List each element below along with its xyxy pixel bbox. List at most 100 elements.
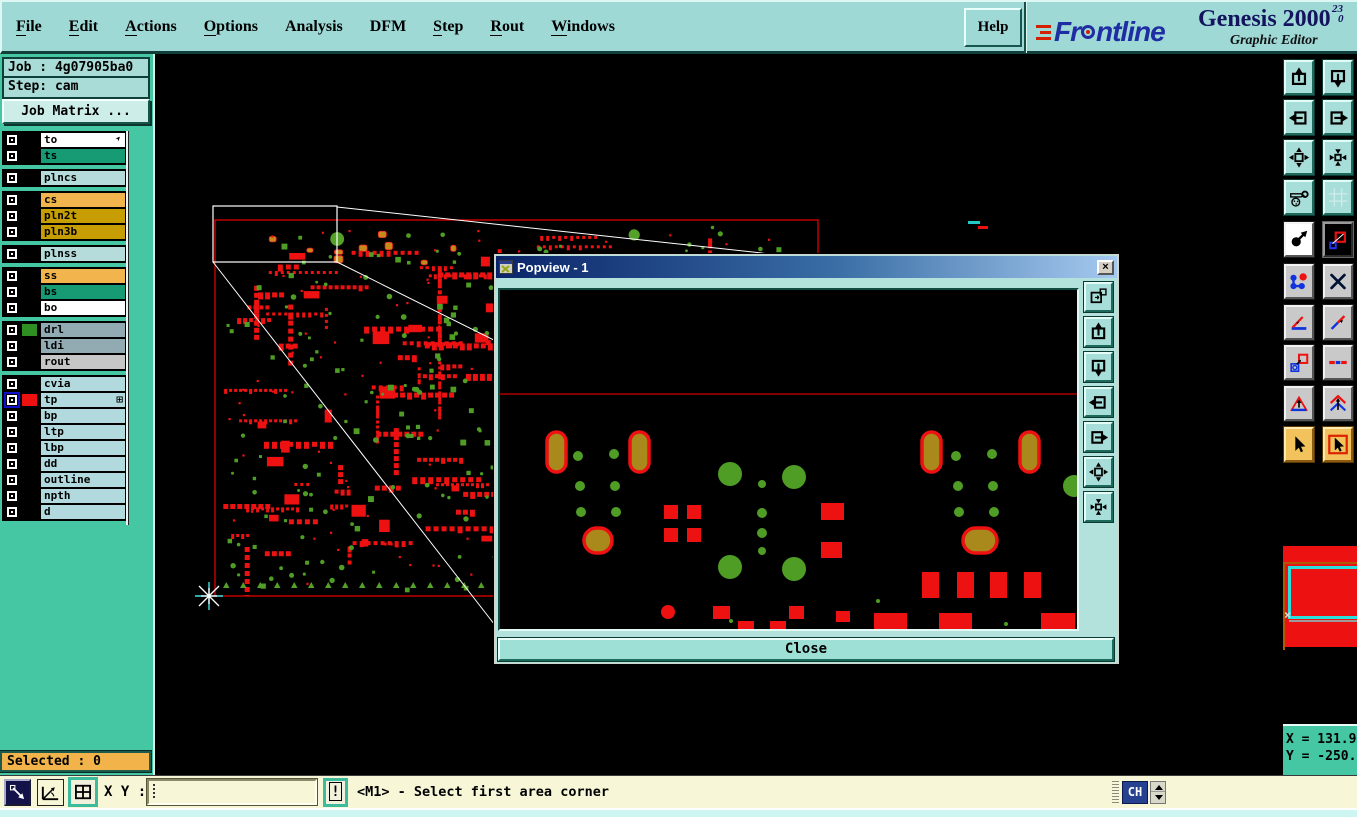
layer-row-bs[interactable]: bs bbox=[3, 284, 125, 300]
measure-distance-button[interactable] bbox=[1322, 304, 1354, 341]
layer-visibility-checkbox[interactable] bbox=[6, 339, 18, 352]
layer-visibility-checkbox[interactable] bbox=[6, 226, 18, 238]
layer-visibility-checkbox[interactable] bbox=[6, 489, 18, 502]
window-select-button[interactable] bbox=[68, 777, 98, 807]
layer-name-label[interactable]: ldi bbox=[41, 338, 125, 353]
layer-row-drl[interactable]: drl bbox=[3, 322, 125, 338]
layer-color-swatch[interactable] bbox=[22, 226, 37, 238]
layer-row-outline[interactable]: outline bbox=[3, 472, 125, 488]
confirm-button[interactable]: ! bbox=[323, 778, 348, 807]
navigator-panel[interactable]: × bbox=[1283, 484, 1357, 724]
layer-color-swatch[interactable] bbox=[22, 323, 37, 336]
layer-name-label[interactable]: cvia bbox=[41, 376, 125, 391]
layer-name-label[interactable]: npth bbox=[41, 488, 125, 503]
layer-color-swatch[interactable] bbox=[22, 285, 37, 298]
layer-row-dd[interactable]: dd bbox=[3, 456, 125, 472]
net-select-button[interactable] bbox=[1283, 263, 1315, 300]
layer-color-swatch[interactable] bbox=[22, 133, 37, 146]
view-left-button[interactable] bbox=[1283, 99, 1315, 136]
navigator-viewport-rect[interactable] bbox=[1288, 566, 1357, 619]
measure-angle-button[interactable] bbox=[1283, 304, 1315, 341]
highlight-single-button[interactable] bbox=[1283, 385, 1315, 422]
layer-name-label[interactable]: ltp bbox=[41, 424, 125, 439]
layer-name-label[interactable]: d bbox=[41, 505, 125, 519]
popview-up-button[interactable] bbox=[1083, 316, 1114, 348]
pcb-canvas[interactable]: Popview - 1 × Close × X = 131.9 Y = -250… bbox=[155, 54, 1357, 775]
layer-name-label[interactable]: ts bbox=[41, 149, 125, 163]
layer-name-label[interactable]: cs bbox=[41, 192, 125, 207]
layer-visibility-checkbox[interactable] bbox=[6, 425, 18, 438]
layer-row-rout[interactable]: rout bbox=[3, 354, 125, 370]
menu-item-edit[interactable]: Edit bbox=[68, 17, 98, 36]
popview-close-button[interactable]: Close bbox=[497, 637, 1115, 662]
toolbar-grip-handle[interactable] bbox=[1112, 781, 1119, 804]
layer-color-swatch[interactable] bbox=[22, 425, 37, 438]
layer-color-swatch[interactable] bbox=[22, 302, 37, 314]
view-up-button[interactable] bbox=[1283, 59, 1315, 96]
menu-item-analysis[interactable]: Analysis bbox=[285, 18, 343, 36]
layer-name-label[interactable]: pln2t bbox=[41, 208, 125, 223]
layer-color-swatch[interactable] bbox=[22, 409, 37, 422]
layer-visibility-checkbox[interactable] bbox=[6, 248, 18, 260]
popview-clone-button[interactable] bbox=[1083, 281, 1114, 313]
layer-name-label[interactable]: ss bbox=[41, 268, 125, 283]
menu-item-actions[interactable]: Actions bbox=[125, 17, 177, 36]
move-object-button[interactable] bbox=[1283, 221, 1315, 258]
layer-name-label[interactable]: plnss bbox=[41, 247, 125, 261]
menu-item-rout[interactable]: Rout bbox=[490, 17, 524, 36]
layer-row-to[interactable]: to ➤ bbox=[3, 132, 125, 148]
layer-visibility-checkbox[interactable] bbox=[6, 377, 18, 390]
layer-row-bp[interactable]: bp bbox=[3, 408, 125, 424]
layer-color-swatch[interactable] bbox=[22, 209, 37, 222]
layer-visibility-checkbox[interactable] bbox=[6, 409, 18, 422]
popview-zoom-in-button[interactable] bbox=[1083, 491, 1114, 523]
layer-color-swatch[interactable] bbox=[22, 441, 37, 454]
layer-color-swatch[interactable] bbox=[22, 150, 37, 162]
copy-feature-button[interactable] bbox=[1283, 344, 1315, 381]
zoom-center-button[interactable] bbox=[1322, 139, 1354, 176]
layer-name-label[interactable]: bp bbox=[41, 408, 125, 423]
layer-visibility-checkbox[interactable] bbox=[4, 391, 20, 408]
popview-left-button[interactable] bbox=[1083, 386, 1114, 418]
popview-right-button[interactable] bbox=[1083, 421, 1114, 453]
layer-visibility-checkbox[interactable] bbox=[6, 209, 18, 222]
layer-color-swatch[interactable] bbox=[22, 457, 37, 470]
layer-row-ts[interactable]: ts bbox=[3, 148, 125, 164]
select-frame-button[interactable] bbox=[1322, 426, 1354, 463]
layer-name-label[interactable]: plncs bbox=[41, 171, 125, 185]
zoom-extents-button[interactable] bbox=[1283, 139, 1315, 176]
layer-visibility-checkbox[interactable] bbox=[6, 172, 18, 184]
popview-close-icon[interactable]: × bbox=[1097, 259, 1114, 275]
layer-visibility-checkbox[interactable] bbox=[6, 356, 18, 368]
layer-row-bo[interactable]: bo bbox=[3, 300, 125, 316]
layer-color-swatch[interactable] bbox=[22, 269, 37, 282]
layer-visibility-checkbox[interactable] bbox=[6, 323, 18, 336]
spinner-down-icon[interactable] bbox=[1151, 792, 1165, 802]
layer-color-swatch[interactable] bbox=[22, 489, 37, 502]
view-right-button[interactable] bbox=[1322, 99, 1354, 136]
layer-row-plncs[interactable]: plncs bbox=[3, 170, 125, 186]
clear-selection-button[interactable] bbox=[1322, 263, 1354, 300]
layer-visibility-checkbox[interactable] bbox=[6, 441, 18, 454]
layer-name-label[interactable]: outline bbox=[41, 472, 125, 487]
zoom-area-button[interactable] bbox=[1322, 221, 1354, 258]
layer-row-cvia[interactable]: cvia bbox=[3, 376, 125, 392]
layer-visibility-checkbox[interactable] bbox=[6, 150, 18, 162]
popview-title-bar[interactable]: Popview - 1 × bbox=[496, 256, 1117, 278]
layer-row-ldi[interactable]: ldi bbox=[3, 338, 125, 354]
layer-visibility-checkbox[interactable] bbox=[6, 133, 18, 146]
layer-color-swatch[interactable] bbox=[22, 339, 37, 352]
snap-angle-button[interactable] bbox=[37, 779, 64, 806]
menu-item-windows[interactable]: Windows bbox=[551, 17, 615, 36]
layer-color-swatch[interactable] bbox=[22, 193, 37, 206]
menu-item-dfm[interactable]: DFM bbox=[370, 18, 406, 36]
layer-row-tp[interactable]: tp ⊞ bbox=[3, 391, 125, 408]
highlight-double-button[interactable] bbox=[1322, 385, 1354, 422]
popview-zoom-out-button[interactable] bbox=[1083, 456, 1114, 488]
layer-visibility-checkbox[interactable] bbox=[6, 193, 18, 206]
break-line-button[interactable] bbox=[1322, 344, 1354, 381]
layer-name-label[interactable]: to ➤ bbox=[41, 132, 125, 147]
layer-color-swatch[interactable] bbox=[22, 248, 37, 260]
layer-row-cs[interactable]: cs bbox=[3, 192, 125, 208]
pointer-tool-button[interactable] bbox=[4, 779, 31, 806]
